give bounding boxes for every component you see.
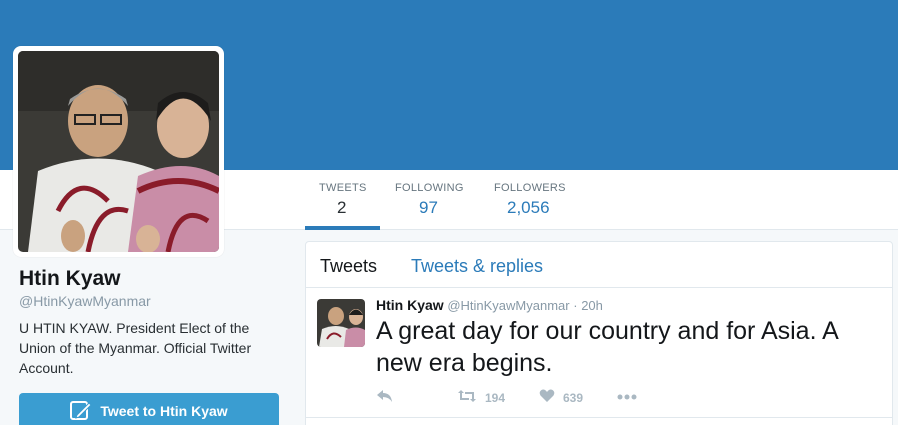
tweet-author-name[interactable]: Htin Kyaw — [376, 297, 444, 313]
profile-handle[interactable]: @HtinKyawMyanmar — [19, 293, 151, 309]
stat-label: FOLLOWING — [395, 182, 464, 194]
tweet-avatar[interactable] — [317, 299, 365, 347]
profile-bio: U HTIN KYAW. President Elect of the Unio… — [19, 320, 252, 376]
reply-icon — [376, 389, 394, 406]
retweet-button[interactable]: 194 — [457, 389, 505, 406]
stat-following[interactable]: FOLLOWING 97 — [395, 182, 464, 218]
tweet-to-label: Tweet to Htin Kyaw — [100, 403, 228, 419]
retweet-icon — [457, 389, 477, 406]
tab-tweets[interactable]: Tweets — [320, 256, 377, 277]
tweet-timestamp[interactable]: 20h — [581, 298, 603, 313]
more-icon — [617, 389, 637, 403]
tweet-to-button[interactable]: Tweet to Htin Kyaw — [19, 393, 279, 425]
stat-tweets[interactable]: TWEETS 2 — [319, 182, 367, 218]
tweet[interactable]: Htin Kyaw @HtinKyawMyanmar · 20h A great… — [306, 288, 892, 418]
profile-avatar[interactable] — [13, 46, 224, 257]
active-tab-indicator — [305, 226, 380, 230]
avatar-thumbnail — [317, 299, 365, 347]
stat-label: FOLLOWERS — [494, 182, 566, 194]
tweet-header: Htin Kyaw @HtinKyawMyanmar · 20h — [376, 297, 603, 313]
like-count: 639 — [563, 390, 584, 405]
tweet-author-handle[interactable]: @HtinKyawMyanmar — [447, 298, 569, 313]
separator: · — [573, 298, 578, 313]
timeline: Tweets Tweets & replies Htin Kyaw @HtinK… — [305, 241, 893, 425]
stat-value: 97 — [419, 198, 438, 217]
stat-followers[interactable]: FOLLOWERS 2,056 — [494, 182, 566, 218]
timeline-tabs: Tweets Tweets & replies — [306, 242, 892, 288]
stat-value: 2,056 — [507, 198, 550, 217]
feather-icon — [70, 401, 93, 421]
tweet-actions: 194 639 — [376, 389, 676, 407]
tweet-text: A great day for our country and for Asia… — [376, 317, 838, 377]
profile-name[interactable]: Htin Kyaw — [19, 267, 121, 291]
profile-photo — [18, 51, 219, 252]
retweet-count: 194 — [485, 390, 506, 405]
stat-value: 2 — [337, 198, 347, 217]
heart-icon — [539, 389, 555, 406]
tab-tweets-and-replies[interactable]: Tweets & replies — [411, 256, 543, 277]
more-button[interactable] — [617, 389, 637, 403]
stat-label: TWEETS — [319, 182, 367, 194]
like-button[interactable]: 639 — [539, 389, 583, 406]
reply-button[interactable] — [376, 389, 394, 406]
